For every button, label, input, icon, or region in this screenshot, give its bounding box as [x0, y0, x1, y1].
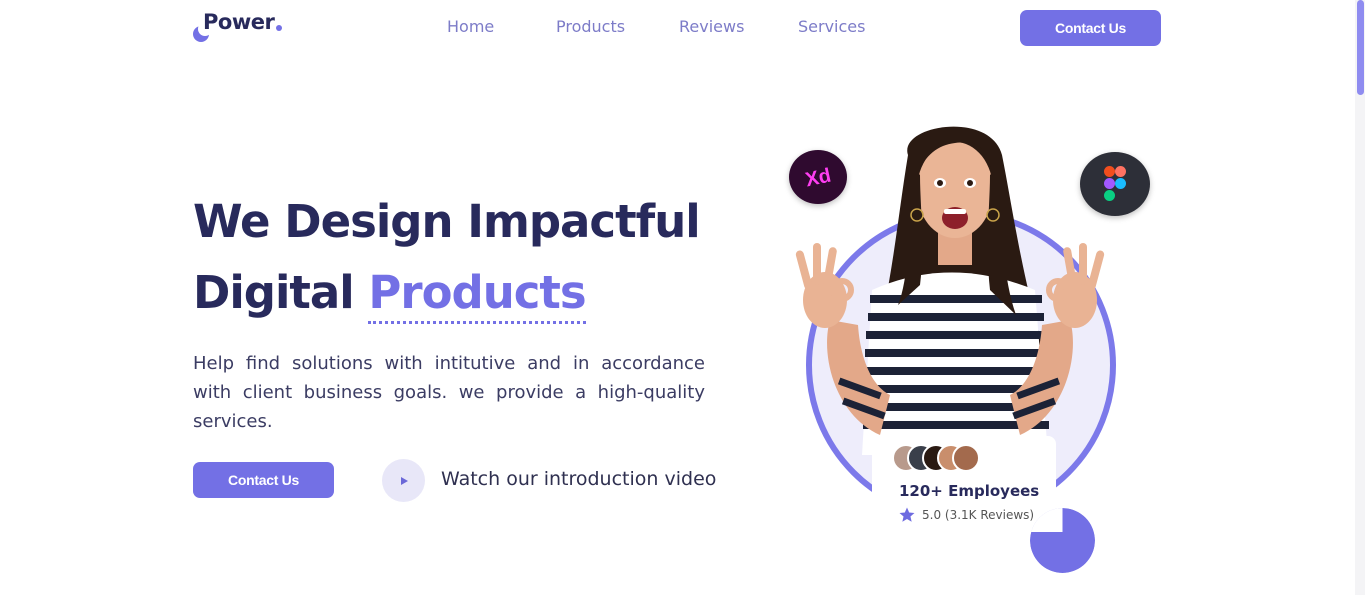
employees-card: 120+ Employees 5.0 (3.1K Reviews) — [872, 436, 1056, 532]
nav-products[interactable]: Products — [556, 17, 625, 36]
hero-description: Help find solutions with intitutive and … — [193, 353, 705, 432]
nav-contact-button[interactable]: Contact Us — [1020, 10, 1161, 46]
employees-count: 120+ Employees — [899, 482, 1040, 500]
avatar — [952, 444, 980, 472]
logo-dot — [276, 25, 282, 31]
scrollbar-thumb[interactable] — [1357, 0, 1364, 95]
play-video-button[interactable] — [382, 459, 425, 502]
nav-home[interactable]: Home — [447, 17, 494, 36]
decorative-shape — [1030, 508, 1095, 573]
logo-text: Power — [203, 10, 275, 34]
watch-video-link[interactable]: Watch our introduction video — [441, 468, 716, 490]
logo[interactable]: Power — [193, 10, 293, 44]
scrollbar[interactable] — [1355, 0, 1365, 595]
nav-reviews[interactable]: Reviews — [679, 17, 744, 36]
figma-icon — [1080, 152, 1150, 216]
rating: 5.0 (3.1K Reviews) — [898, 506, 1034, 524]
star-icon — [899, 507, 915, 522]
hero-title-line1: We Design Impactful — [193, 195, 701, 248]
hero-title: We Design Impactful Digital Products — [193, 186, 753, 328]
hero-title-plain: Digital — [193, 266, 355, 319]
nav-services[interactable]: Services — [798, 17, 865, 36]
hero-title-accent: Products — [368, 266, 587, 324]
play-icon — [400, 476, 408, 485]
adobe-xd-icon: Xd — [789, 150, 847, 204]
hero-contact-button[interactable]: Contact Us — [193, 462, 334, 498]
rating-text: 5.0 (3.1K Reviews) — [922, 508, 1035, 522]
xd-label: Xd — [803, 165, 833, 192]
